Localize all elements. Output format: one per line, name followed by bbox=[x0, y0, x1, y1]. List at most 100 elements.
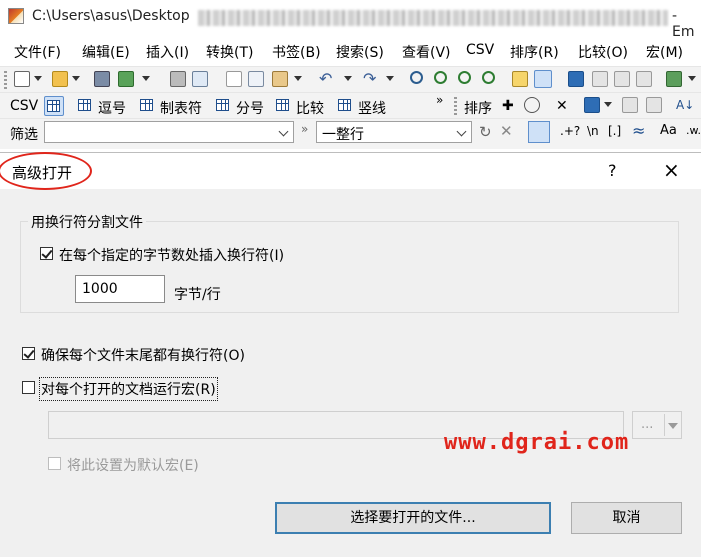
run-macro-label[interactable]: 对每个打开的文档运行宏(R) bbox=[39, 377, 218, 401]
menu-bookmark[interactable]: 书签(B) bbox=[272, 42, 321, 62]
redo-icon[interactable]: ↷ bbox=[362, 71, 378, 87]
csv-label: CSV bbox=[10, 98, 39, 114]
advanced-open-dialog: 高级打开 ? × 用换行符分割文件 在每个指定的字节数处插入换行符(I) 100… bbox=[0, 152, 701, 557]
save-dropdown-icon[interactable] bbox=[142, 76, 150, 81]
overflow-chevron-icon[interactable]: » bbox=[301, 122, 308, 136]
chevron-down-icon[interactable] bbox=[456, 126, 467, 137]
default-macro-checkbox[interactable] bbox=[48, 457, 61, 470]
bytes-unit-label: 字节/行 bbox=[174, 287, 221, 303]
pipe-icon bbox=[338, 99, 351, 111]
add-column-icon[interactable]: ✚ bbox=[502, 98, 514, 114]
insert-newline-checkbox[interactable] bbox=[40, 247, 53, 260]
window-restore-icon[interactable] bbox=[614, 71, 630, 87]
keyboard-icon[interactable] bbox=[622, 97, 638, 113]
match-case-icon[interactable]: Aa bbox=[660, 123, 677, 138]
run-macro-checkbox[interactable] bbox=[22, 381, 35, 394]
filter-mode-combo[interactable]: 一整行 bbox=[316, 121, 472, 143]
sort-az-icon[interactable]: A↓ bbox=[676, 98, 694, 112]
watermark-text: www.dgrai.com bbox=[444, 430, 630, 455]
menu-csv[interactable]: CSV bbox=[466, 42, 494, 58]
search-icon[interactable] bbox=[528, 121, 550, 143]
columns-dropdown-icon[interactable] bbox=[604, 102, 612, 107]
more-dropdown-icon[interactable] bbox=[688, 76, 696, 81]
list-view-icon[interactable] bbox=[568, 71, 584, 87]
csv-mode-toggle[interactable] bbox=[44, 96, 64, 116]
compare-button[interactable]: 比较 bbox=[296, 98, 324, 118]
menu-file[interactable]: 文件(F) bbox=[14, 42, 61, 62]
undo-dropdown-icon[interactable] bbox=[344, 76, 352, 81]
new-dropdown-icon[interactable] bbox=[34, 76, 42, 81]
help-button[interactable]: ? bbox=[608, 161, 617, 180]
filter-combo[interactable] bbox=[44, 121, 294, 143]
window-icon[interactable] bbox=[592, 71, 608, 87]
chevron-down-icon[interactable] bbox=[668, 423, 678, 429]
find-icon[interactable] bbox=[410, 71, 423, 84]
table-icon[interactable] bbox=[646, 97, 662, 113]
menu-search[interactable]: 搜索(S) bbox=[336, 42, 384, 62]
dialog-header: 高级打开 ? × bbox=[0, 152, 701, 190]
menu-view[interactable]: 查看(V) bbox=[402, 42, 451, 62]
menu-convert[interactable]: 转换(T) bbox=[206, 42, 253, 62]
csv-grid-icon bbox=[47, 100, 60, 112]
new-file-icon[interactable] bbox=[14, 71, 30, 87]
menu-bar: 文件(F) 编辑(E) 插入(I) 转换(T) 书签(B) 搜索(S) 查看(V… bbox=[0, 38, 701, 64]
print-icon[interactable] bbox=[170, 71, 186, 87]
default-macro-label[interactable]: 将此设置为默认宏(E) bbox=[67, 455, 199, 475]
menu-insert[interactable]: 插入(I) bbox=[146, 42, 189, 62]
copy-icon[interactable] bbox=[248, 71, 264, 87]
comma-icon bbox=[78, 99, 91, 111]
regex-approx-icon[interactable]: ≈ bbox=[632, 121, 645, 140]
browse-separator bbox=[664, 414, 665, 436]
toolbar-grip bbox=[4, 71, 7, 89]
macro-browse-button[interactable]: ... bbox=[632, 411, 682, 439]
open-dropdown-icon[interactable] bbox=[72, 76, 80, 81]
regex-any-icon[interactable]: .+? bbox=[560, 124, 580, 138]
replace-icon[interactable] bbox=[482, 71, 495, 84]
refresh-icon[interactable]: ↻ bbox=[479, 123, 492, 141]
menu-edit[interactable]: 编辑(E) bbox=[82, 42, 130, 62]
undo-icon[interactable]: ↶ bbox=[318, 71, 334, 87]
save-icon[interactable] bbox=[94, 71, 110, 87]
column-settings-icon[interactable] bbox=[524, 97, 540, 113]
comma-button[interactable]: 逗号 bbox=[98, 98, 126, 118]
menu-compare[interactable]: 比较(O) bbox=[578, 42, 628, 62]
filter-mode-value: 一整行 bbox=[322, 127, 364, 143]
filter-icon[interactable] bbox=[534, 70, 552, 88]
tab-button[interactable]: 制表符 bbox=[160, 98, 202, 118]
insert-newline-label[interactable]: 在每个指定的字节数处插入换行符(I) bbox=[59, 245, 284, 265]
columns-icon[interactable] bbox=[584, 97, 600, 113]
print-preview-icon[interactable] bbox=[192, 71, 208, 87]
regex-class-icon[interactable]: [.] bbox=[608, 124, 621, 138]
file-info-icon[interactable] bbox=[666, 71, 682, 87]
close-button[interactable]: × bbox=[663, 158, 680, 182]
overflow-chevron-icon[interactable]: » bbox=[436, 93, 443, 107]
ensure-newline-label[interactable]: 确保每个文件末尾都有换行符(O) bbox=[41, 345, 245, 365]
choose-files-button[interactable]: 选择要打开的文件... bbox=[275, 502, 551, 534]
tools-icon[interactable]: ✕ bbox=[556, 98, 568, 114]
bytes-per-line-input[interactable]: 1000 bbox=[75, 275, 165, 303]
open-folder-icon[interactable] bbox=[52, 71, 68, 87]
semicolon-button[interactable]: 分号 bbox=[236, 98, 264, 118]
clear-filter-icon[interactable]: ✕ bbox=[500, 122, 513, 140]
title-blurred-path bbox=[198, 10, 668, 26]
whole-word-icon[interactable]: .w. bbox=[686, 124, 701, 137]
find-in-files-icon[interactable] bbox=[512, 71, 528, 87]
menu-macro[interactable]: 宏(M) bbox=[646, 42, 683, 62]
find-next-icon[interactable] bbox=[434, 71, 447, 84]
sort-button[interactable]: 排序 bbox=[464, 98, 492, 118]
ensure-newline-checkbox[interactable] bbox=[22, 347, 35, 360]
save-all-icon[interactable] bbox=[118, 71, 134, 87]
paste-icon[interactable] bbox=[272, 71, 288, 87]
window-tile-icon[interactable] bbox=[636, 71, 652, 87]
chevron-down-icon[interactable] bbox=[278, 126, 289, 137]
cut-icon[interactable] bbox=[226, 71, 242, 87]
pipe-button[interactable]: 竖线 bbox=[358, 98, 386, 118]
window-title-suffix: - Em bbox=[672, 8, 695, 40]
regex-newline-icon[interactable]: \n bbox=[587, 124, 599, 138]
find-prev-icon[interactable] bbox=[458, 71, 471, 84]
menu-sort[interactable]: 排序(R) bbox=[510, 42, 559, 62]
group-title: 用换行符分割文件 bbox=[28, 212, 146, 232]
redo-dropdown-icon[interactable] bbox=[386, 76, 394, 81]
paste-dropdown-icon[interactable] bbox=[294, 76, 302, 81]
cancel-button[interactable]: 取消 bbox=[571, 502, 682, 534]
